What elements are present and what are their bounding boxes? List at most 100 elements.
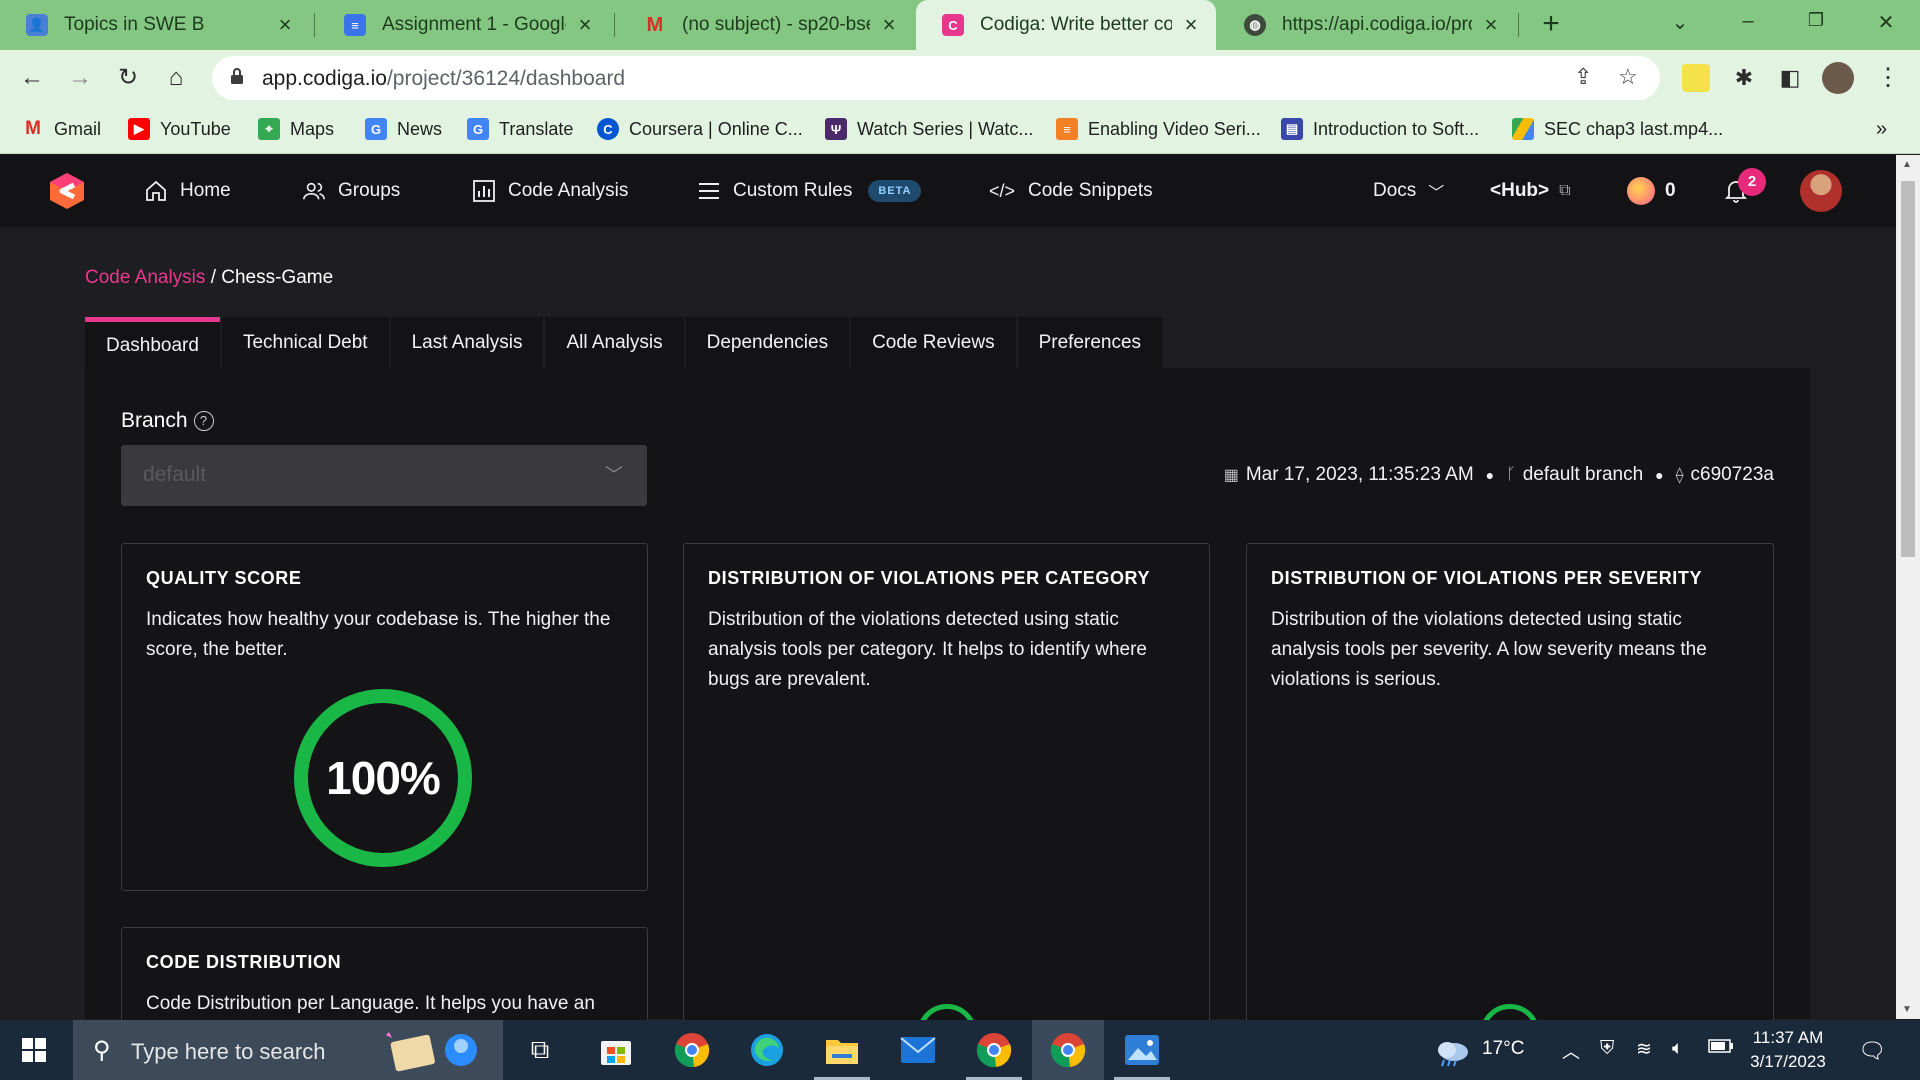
user-avatar[interactable] (1800, 170, 1842, 212)
bookmarks-bar: M Gmail ▶ YouTube ⌖ Maps G News G Translate C… (0, 106, 1920, 154)
photos-icon[interactable] (1114, 1028, 1170, 1080)
microsoft-store-icon[interactable] (594, 1028, 638, 1072)
close-tab-icon[interactable]: × (1180, 12, 1202, 38)
nav-docs[interactable]: Docs ﹀ (1373, 155, 1444, 227)
chrome-icon[interactable] (670, 1028, 714, 1072)
wifi-icon[interactable]: ≋ (1636, 1038, 1652, 1061)
share-icon[interactable]: ⇪ (1574, 64, 1592, 90)
reload-icon[interactable]: ↻ (112, 62, 144, 94)
nav-home[interactable]: Home (144, 155, 231, 227)
breadcrumb: Code Analysis / Chess-Game (85, 267, 334, 288)
help-icon[interactable]: ? (193, 411, 214, 431)
branch-select[interactable]: default ﹀ (121, 445, 647, 506)
back-icon[interactable]: ← (16, 62, 48, 94)
close-window-icon[interactable]: ✕ (1870, 10, 1902, 35)
close-tab-icon[interactable]: × (574, 12, 596, 38)
bookmark-translate[interactable]: G Translate (467, 118, 573, 140)
tab-search-icon[interactable]: ⌄ (1664, 10, 1696, 35)
bookmark-youtube[interactable]: ▶ YouTube (128, 118, 231, 140)
security-shield-icon[interactable]: ⛨ (1600, 1038, 1614, 1060)
tab-technical-debt[interactable]: Technical Debt (221, 317, 389, 369)
tab-code-reviews[interactable]: Code Reviews (851, 317, 1016, 369)
translate-icon: G (467, 118, 489, 140)
bookmark-news[interactable]: G News (365, 118, 442, 140)
lock-icon[interactable] (230, 67, 244, 85)
dashboard-panel: Branch ? default ﹀ ▦ Mar 17, 2023, 11:35… (85, 368, 1810, 1047)
weather-icon[interactable] (1432, 1030, 1472, 1076)
address-bar[interactable]: app.codiga.io/project/36124/dashboard ⇪ … (212, 56, 1660, 100)
nav-custom-rules[interactable]: Custom Rules BETA (697, 155, 922, 227)
close-tab-icon[interactable]: × (1480, 12, 1502, 38)
tab-last-analysis[interactable]: Last Analysis (390, 317, 544, 369)
page-scrollbar[interactable]: ▲ ▼ (1896, 155, 1920, 1019)
chrome-profile-icon[interactable] (966, 1028, 1022, 1080)
bookmark-sec-chap3[interactable]: SEC chap3 last.mp4... (1512, 118, 1723, 140)
tray-chevron-up-icon[interactable]: ︿ (1562, 1038, 1580, 1064)
extension-icon[interactable] (1682, 64, 1710, 92)
weather-temperature[interactable]: 17°C (1482, 1038, 1524, 1060)
notification-count-badge: 2 (1738, 168, 1766, 196)
scroll-down-icon[interactable]: ▼ (1902, 1004, 1912, 1015)
minimize-icon[interactable]: – (1732, 10, 1764, 33)
edge-icon[interactable] (745, 1028, 789, 1072)
profile-avatar[interactable] (1822, 62, 1854, 94)
menu-kebab-icon[interactable]: ⋮ (1872, 62, 1904, 94)
codiga-logo-icon[interactable] (48, 171, 86, 211)
forward-icon[interactable]: → (64, 62, 96, 94)
clock-time: 11:37 AM (1752, 1028, 1824, 1047)
gmail-icon: M (646, 13, 664, 36)
notification-center-icon[interactable]: 🗨︎ (1858, 1038, 1886, 1064)
list-icon (697, 179, 721, 203)
browser-tab[interactable]: ≡ Assignment 1 - Google Do × (318, 0, 610, 50)
bookmark-enabling-video[interactable]: ≡ Enabling Video Seri... (1056, 118, 1261, 140)
bookmark-star-icon[interactable]: ☆ (1618, 64, 1638, 90)
nav-hub[interactable]: <Hub> ⧉ (1490, 155, 1571, 227)
tab-all-analysis[interactable]: All Analysis (545, 317, 684, 369)
browser-tab-strip: 👤 Topics in SWE B × ≡ Assignment 1 - Goo… (0, 0, 1920, 50)
file-explorer-icon[interactable] (814, 1028, 870, 1080)
battery-icon[interactable] (1708, 1038, 1734, 1060)
globe-icon: ◍ (1244, 14, 1266, 36)
side-panel-icon[interactable]: ◧ (1774, 62, 1806, 94)
close-tab-icon[interactable]: × (878, 12, 900, 38)
violations-category-card: DISTRIBUTION OF VIOLATIONS PER CATEGORY … (683, 543, 1210, 1034)
browser-tab[interactable]: M (no subject) - sp20-bse-04 × (618, 0, 914, 50)
scroll-up-icon[interactable]: ▲ (1902, 159, 1912, 170)
app-navbar: Home Groups Code Analysis Custom Rules B… (0, 155, 1896, 227)
bookmark-gmail[interactable]: M Gmail (22, 118, 101, 140)
extensions-puzzle-icon[interactable]: ✱ (1728, 62, 1760, 94)
windows-start-icon[interactable] (22, 1038, 46, 1062)
coin-balance[interactable]: 0 (1627, 155, 1676, 227)
browser-tab[interactable]: 👤 Topics in SWE B × (0, 0, 310, 50)
tab-dependencies[interactable]: Dependencies (685, 317, 850, 369)
chrome-active-window-icon[interactable] (1032, 1020, 1104, 1080)
bookmark-coursera[interactable]: C Coursera | Online C... (597, 118, 803, 140)
nav-code-snippets[interactable]: </> Code Snippets (988, 155, 1153, 227)
bookmark-introduction[interactable]: ▤ Introduction to Soft... (1281, 118, 1479, 140)
bookmark-maps[interactable]: ⌖ Maps (258, 118, 334, 140)
scrollbar-thumb[interactable] (1901, 181, 1915, 557)
tab-dashboard[interactable]: Dashboard (85, 317, 220, 369)
volume-icon[interactable]: 🔈︎ (1672, 1038, 1683, 1060)
browser-tab[interactable]: ◍ https://api.codiga.io/proje × (1218, 0, 1516, 50)
tab-title: https://api.codiga.io/proje (1282, 14, 1472, 35)
browser-tab-active[interactable]: C Codiga: Write better code × (916, 0, 1216, 50)
task-view-icon[interactable]: ⧉ (518, 1028, 562, 1072)
card-title: CODE DISTRIBUTION (146, 952, 342, 972)
restore-icon[interactable]: ❐ (1800, 10, 1832, 31)
close-tab-icon[interactable]: × (274, 12, 296, 38)
system-clock[interactable]: 11:37 AM 3/17/2023 (1748, 1026, 1828, 1074)
analysis-commit: c690723a (1690, 464, 1774, 485)
nav-groups[interactable]: Groups (302, 155, 400, 227)
mail-icon[interactable] (896, 1028, 940, 1072)
breadcrumb-code-analysis-link[interactable]: Code Analysis (85, 267, 205, 288)
taskbar-search[interactable]: ⚲ Type here to search (73, 1020, 503, 1080)
bookmark-watch-series[interactable]: Ψ Watch Series | Watc... (825, 118, 1033, 140)
tab-preferences[interactable]: Preferences (1017, 317, 1163, 369)
breadcrumb-current: Chess-Game (221, 267, 334, 288)
more-bookmarks-icon[interactable]: » (1876, 118, 1887, 141)
new-tab-button[interactable]: + (1535, 8, 1567, 40)
home-icon[interactable]: ⌂ (160, 62, 192, 94)
card-description: Distribution of the violations detected … (1271, 609, 1707, 690)
nav-code-analysis[interactable]: Code Analysis (472, 155, 628, 227)
